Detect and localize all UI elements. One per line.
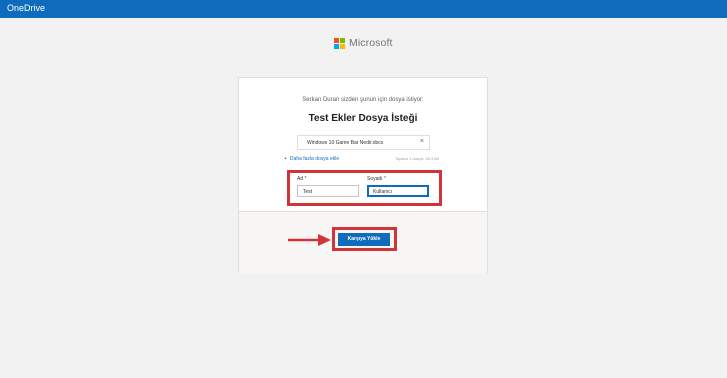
add-more-files-link[interactable]: + Daha fazla dosya ekle [284, 156, 339, 162]
upload-highlight [332, 227, 397, 251]
app-name[interactable]: OneDrive [7, 3, 45, 13]
request-subtitle: Serkan Duran sizden şunun için dosya ist… [302, 97, 424, 103]
app-header: OneDrive [0, 0, 727, 18]
total-size: Toplam 1 dosya: 38,3 kB [395, 156, 439, 161]
brand-name: Microsoft [349, 37, 393, 49]
request-title: Test Ekler Dosya İsteği [308, 113, 418, 124]
microsoft-logo-icon [334, 37, 345, 49]
add-more-label: Daha fazla dosya ekle [289, 156, 340, 162]
name-fields-highlight [287, 170, 442, 206]
arrow-right-icon [288, 234, 331, 246]
remove-file-icon[interactable]: × [420, 138, 424, 146]
plus-icon: + [284, 156, 287, 162]
microsoft-logo: Microsoft [334, 36, 393, 50]
selected-file: Windows 10 Game Bar Nedir.docx × [297, 135, 430, 150]
file-name: Windows 10 Game Bar Nedir.docx [307, 140, 384, 146]
